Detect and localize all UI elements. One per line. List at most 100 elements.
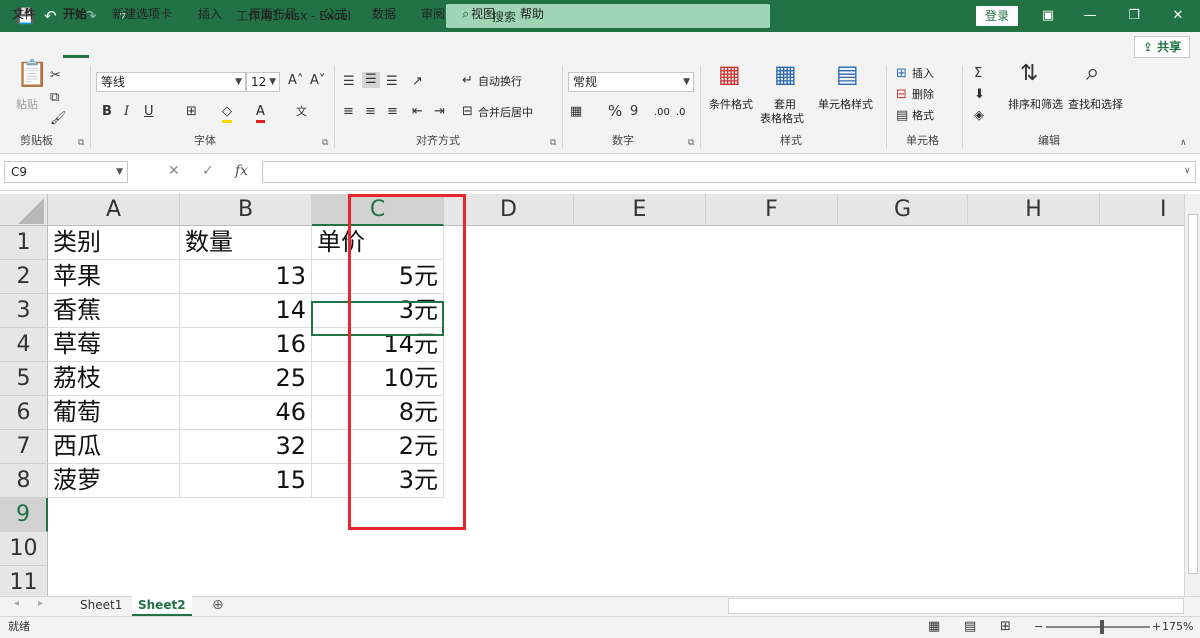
row-header-8[interactable]: 8 — [0, 464, 48, 498]
column-header-a[interactable]: A — [48, 194, 180, 226]
tab-formulas[interactable]: 公式 — [323, 6, 347, 22]
cell-a6[interactable]: 葡萄 — [48, 396, 180, 430]
copy-icon[interactable]: ⧉ — [50, 90, 59, 106]
tab-new[interactable]: 新建选项卡 — [112, 6, 172, 22]
cell-c8[interactable]: 3元 — [312, 464, 444, 498]
row-header-11[interactable]: 11 — [0, 566, 48, 596]
row-header-6[interactable]: 6 — [0, 396, 48, 430]
comma-style-button[interactable]: 9 — [630, 104, 638, 120]
format-as-table-button-line1[interactable]: 套用 — [774, 98, 796, 112]
wrap-text-icon[interactable]: ↵ — [462, 73, 473, 89]
tab-file[interactable]: 文件 — [12, 6, 36, 22]
font-size-select[interactable]: 12 ▼ — [246, 72, 280, 92]
tab-review[interactable]: 审阅 — [421, 6, 445, 22]
undo-icon[interactable]: ↶ — [44, 6, 57, 26]
insert-cells-button[interactable]: 插入 — [912, 67, 934, 81]
format-as-table-button-line2[interactable]: 表格格式 — [760, 112, 804, 126]
add-sheet-icon[interactable]: ⊕ — [212, 597, 224, 613]
number-launcher-icon[interactable]: ⧉ — [688, 138, 694, 148]
format-cells-icon[interactable]: ▤ — [896, 108, 908, 124]
wrap-text-button[interactable]: 自动换行 — [478, 75, 522, 89]
cell-a8[interactable]: 菠萝 — [48, 464, 180, 498]
cell-b5[interactable]: 25 — [180, 362, 312, 396]
cell-b2[interactable]: 13 — [180, 260, 312, 294]
cell-b8[interactable]: 15 — [180, 464, 312, 498]
align-middle-icon[interactable]: ☰ — [362, 72, 380, 88]
insert-function-icon[interactable]: fx — [235, 163, 248, 179]
sheet-tab-sheet1[interactable]: Sheet1 — [74, 596, 128, 616]
font-grow-icon[interactable]: A˄ — [288, 73, 303, 89]
font-color-icon[interactable]: A — [256, 104, 265, 123]
find-select-button[interactable]: 查找和选择 — [1068, 98, 1123, 112]
zoom-slider-thumb[interactable] — [1100, 620, 1104, 634]
cell-c2[interactable]: 5元 — [312, 260, 444, 294]
align-top-icon[interactable]: ☰ — [343, 74, 355, 90]
worksheet-grid[interactable]: A B C D E F G H I 1 2 3 4 5 6 7 8 9 10 1… — [0, 194, 1184, 596]
cancel-icon[interactable]: ✕ — [168, 163, 180, 179]
cell-styles-icon[interactable]: ▤ — [836, 62, 859, 86]
name-box[interactable]: C9 ▼ — [4, 161, 128, 183]
row-header-10[interactable]: 10 — [0, 532, 48, 566]
horizontal-scrollbar[interactable] — [728, 598, 1184, 614]
conditional-format-icon[interactable]: ▦ — [718, 62, 741, 86]
cell-b7[interactable]: 32 — [180, 430, 312, 464]
align-center-icon[interactable]: ≡ — [365, 104, 376, 120]
cell-a7[interactable]: 西瓜 — [48, 430, 180, 464]
close-icon[interactable]: ✕ — [1166, 5, 1190, 27]
cell-a4[interactable]: 草莓 — [48, 328, 180, 362]
cell-a2[interactable]: 苹果 — [48, 260, 180, 294]
autosum-icon[interactable]: Σ — [974, 66, 982, 82]
fill-icon[interactable]: ⬇ — [974, 87, 985, 103]
cell-b6[interactable]: 46 — [180, 396, 312, 430]
format-painter-icon[interactable]: 🖌 — [50, 111, 67, 127]
fill-color-icon[interactable]: ◇ — [222, 104, 232, 123]
accounting-format-icon[interactable]: ▦ — [570, 104, 582, 120]
font-shrink-icon[interactable]: A˅ — [310, 73, 325, 89]
find-select-icon[interactable]: ⌕ — [1086, 60, 1099, 84]
format-as-table-icon[interactable]: ▦ — [774, 62, 797, 86]
enter-icon[interactable]: ✓ — [202, 163, 214, 179]
scroll-tabs-left-icon[interactable]: ◂ — [14, 598, 19, 609]
share-button[interactable]: ⇪ 共享 — [1134, 36, 1190, 58]
alignment-launcher-icon[interactable]: ⧉ — [550, 138, 556, 148]
delete-cells-icon[interactable]: ⊟ — [896, 87, 907, 103]
sort-filter-button[interactable]: 排序和筛选 — [1008, 98, 1063, 112]
column-header-d[interactable]: D — [444, 194, 574, 226]
restore-icon[interactable]: ❐ — [1122, 5, 1146, 27]
tab-insert[interactable]: 插入 — [198, 6, 222, 22]
tab-help[interactable]: 帮助 — [520, 6, 544, 22]
clipboard-launcher-icon[interactable]: ⧉ — [78, 138, 84, 148]
clear-icon[interactable]: ◈ — [974, 108, 984, 124]
cell-c1[interactable]: 单价 — [312, 226, 444, 260]
column-header-g[interactable]: G — [838, 194, 968, 226]
ribbon-display-icon[interactable]: ▣ — [1036, 5, 1060, 27]
scroll-thumb[interactable] — [1188, 214, 1198, 574]
row-header-1[interactable]: 1 — [0, 226, 48, 260]
minimize-icon[interactable]: — — [1078, 5, 1102, 27]
vertical-scrollbar[interactable] — [1184, 194, 1200, 596]
format-cells-button[interactable]: 格式 — [912, 109, 934, 123]
align-right-icon[interactable]: ≡ — [387, 104, 398, 120]
cell-c7[interactable]: 2元 — [312, 430, 444, 464]
tab-home[interactable]: 开始 — [63, 6, 87, 22]
column-header-e[interactable]: E — [574, 194, 706, 226]
insert-cells-icon[interactable]: ⊞ — [896, 66, 907, 82]
column-header-h[interactable]: H — [968, 194, 1100, 226]
increase-decimal-button[interactable]: .00 — [654, 106, 670, 120]
row-header-3[interactable]: 3 — [0, 294, 48, 328]
row-header-2[interactable]: 2 — [0, 260, 48, 294]
paste-label[interactable]: 粘贴 — [16, 98, 38, 112]
column-header-i[interactable]: I — [1100, 194, 1184, 226]
row-header-7[interactable]: 7 — [0, 430, 48, 464]
login-button[interactable]: 登录 — [976, 6, 1018, 26]
paste-icon[interactable]: 📋 — [16, 61, 48, 87]
font-name-select[interactable]: 等线 ▼ — [96, 72, 246, 92]
zoom-in-button[interactable]: + — [1152, 620, 1161, 634]
cell-b4[interactable]: 16 — [180, 328, 312, 362]
merge-center-button[interactable]: 合并后居中 — [478, 106, 533, 120]
bold-button[interactable]: B — [102, 104, 112, 120]
font-launcher-icon[interactable]: ⧉ — [322, 138, 328, 148]
column-header-c[interactable]: C — [312, 194, 444, 226]
phonetic-icon[interactable]: 文 — [296, 104, 307, 120]
normal-view-icon[interactable]: ▦ — [928, 620, 940, 634]
